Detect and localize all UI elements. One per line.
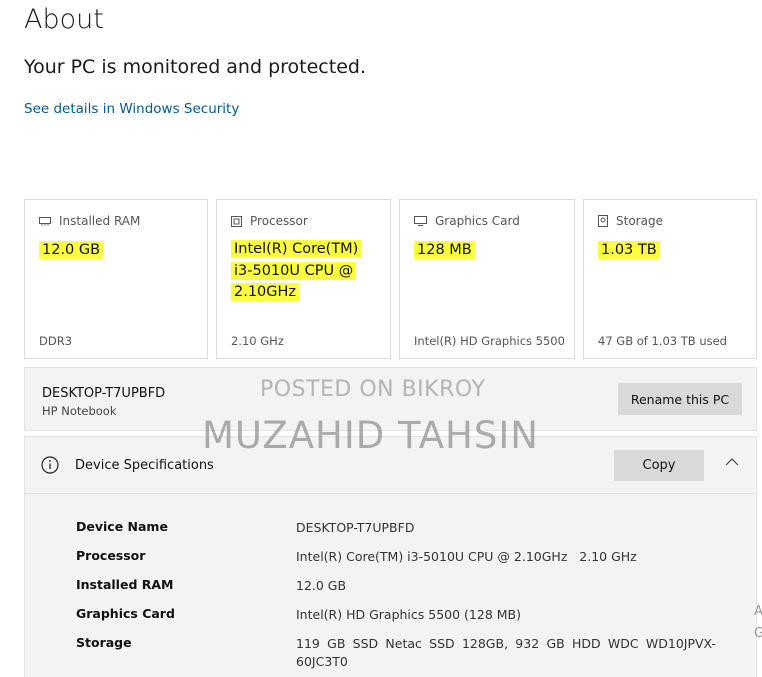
- storage-label: Storage: [616, 214, 663, 228]
- graphics-card-label: Graphics Card: [435, 214, 520, 228]
- chevron-up-icon[interactable]: [725, 457, 739, 467]
- spec-value: 119 GB SSD Netac SSD 128GB, 932 GB HDD W…: [296, 636, 716, 669]
- spec-key: Device Name: [76, 519, 168, 534]
- installed-ram-card: Installed RAM 12.0 GB DDR3: [24, 199, 208, 359]
- processor-icon: [231, 215, 242, 227]
- rename-pc-button[interactable]: Rename this PC: [618, 383, 742, 415]
- pc-model: HP Notebook: [42, 404, 117, 418]
- processor-value-line: i3-5010U CPU @: [231, 261, 357, 280]
- windows-security-link[interactable]: See details in Windows Security: [24, 101, 239, 117]
- spec-key: Storage: [76, 635, 132, 650]
- copy-button[interactable]: Copy: [614, 450, 704, 481]
- storage-value: 1.03 TB: [598, 241, 660, 259]
- device-specifications-title: Device Specifications: [75, 458, 214, 473]
- spec-value: 12.0 GB: [296, 578, 347, 593]
- processor-speed: 2.10 GHz: [231, 334, 284, 348]
- page-title: About: [24, 4, 104, 35]
- spec-value: DESKTOP-T7UPBFD: [296, 520, 415, 535]
- watermark-posted: POSTED ON BIKROY: [260, 377, 486, 402]
- installed-ram-type: DDR3: [39, 334, 73, 348]
- cropped-edge-text: A: [754, 604, 762, 619]
- spec-key: Graphics Card: [76, 606, 175, 621]
- installed-ram-label: Installed RAM: [59, 214, 141, 228]
- pc-name: DESKTOP-T7UPBFD: [42, 386, 166, 401]
- spec-key: Processor: [76, 548, 146, 563]
- processor-label: Processor: [250, 214, 308, 228]
- cropped-edge-text: G: [754, 626, 762, 641]
- spec-key: Installed RAM: [76, 577, 174, 592]
- processor-value-line: 2.10GHz: [231, 283, 300, 301]
- processor-value-line: Intel(R) Core(TM): [231, 240, 362, 258]
- info-icon: [41, 456, 59, 474]
- graphics-card-value: 128 MB: [414, 241, 475, 259]
- protection-status: Your PC is monitored and protected.: [24, 56, 366, 78]
- spec-value: Intel(R) Core(TM) i3-5010U CPU @ 2.10GHz…: [296, 549, 637, 564]
- installed-ram-value: 12.0 GB: [39, 241, 104, 259]
- ram-icon: [39, 217, 51, 226]
- storage-usage: 47 GB of 1.03 TB used: [598, 334, 727, 348]
- storage-icon: [598, 215, 608, 227]
- device-specifications-body: Device Name DESKTOP-T7UPBFD Processor In…: [24, 494, 757, 677]
- graphics-card-icon: [414, 216, 427, 226]
- spec-value: Intel(R) HD Graphics 5500 (128 MB): [296, 607, 521, 622]
- processor-card: Processor Intel(R) Core(TM) i3-5010U CPU…: [216, 199, 391, 359]
- graphics-card-model: Intel(R) HD Graphics 5500: [414, 334, 565, 348]
- graphics-card-card: Graphics Card 128 MB Intel(R) HD Graphic…: [399, 199, 575, 359]
- watermark-name: MUZAHID TAHSIN: [202, 414, 539, 457]
- storage-card: Storage 1.03 TB 47 GB of 1.03 TB used: [583, 199, 757, 359]
